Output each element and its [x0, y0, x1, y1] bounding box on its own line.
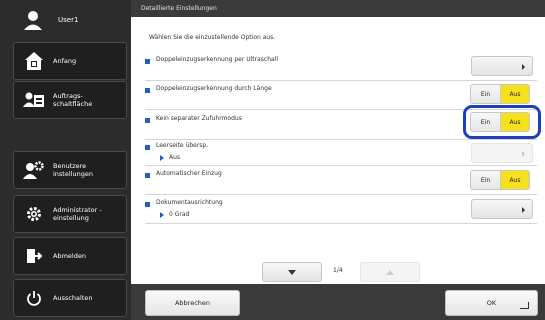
- document-orientation-select-button[interactable]: [471, 199, 533, 219]
- user-name: User1: [58, 16, 79, 24]
- toggle-on-button[interactable]: Ein: [470, 112, 500, 132]
- divider: [145, 165, 537, 166]
- page-down-button[interactable]: [262, 262, 322, 282]
- toggle-off-button-selected[interactable]: Aus: [500, 112, 530, 132]
- arrow-up-icon: [386, 269, 394, 275]
- option-bullet: [145, 118, 150, 123]
- panel-title: Detaillierte Einstellungen: [131, 0, 545, 17]
- ultrasonic-double-feed-select-button[interactable]: [471, 56, 533, 76]
- option-title: Doppeleinzugserkennung durch Länge: [156, 85, 272, 92]
- option-title: Doppeleinzugserkennung per Ultraschall: [156, 56, 279, 63]
- toggle-on-button[interactable]: Ein: [470, 170, 500, 190]
- enter-icon: [520, 302, 529, 309]
- option-bullet: [145, 88, 150, 93]
- sidebar-item-label: Administrator - einstellung: [53, 206, 102, 222]
- settings-panel: Detaillierte Einstellungen Wählen Sie di…: [131, 0, 545, 320]
- ok-button[interactable]: OK: [445, 290, 538, 316]
- option-current-value: 0 Grad: [160, 211, 189, 218]
- sidebar-item-job-panel[interactable]: Auftrags- schaltfläche: [13, 81, 127, 119]
- option-value-text: Aus: [169, 154, 181, 161]
- sidebar-item-user-settings[interactable]: Benutzere instellungen: [13, 151, 127, 189]
- user-info: User1: [8, 4, 126, 36]
- option-current-value: Aus: [160, 154, 180, 161]
- option-title: Kein separater Zufuhrmodus: [156, 115, 242, 122]
- sidebar-item-admin-settings[interactable]: Administrator - einstellung: [13, 195, 127, 233]
- skip-blank-page-select-button[interactable]: [471, 143, 533, 163]
- arrow-down-icon: [288, 269, 296, 275]
- sidebar-item-label: Ausschalten: [53, 294, 93, 302]
- sidebar-item-label: Anfang: [53, 57, 77, 65]
- sidebar: User1 Anfang Auftrags- schaltfläche Benu…: [4, 0, 128, 320]
- length-double-feed-toggle: Ein Aus: [470, 84, 530, 104]
- home-icon: [23, 50, 45, 72]
- job-panel-icon: [23, 89, 45, 111]
- admin-gear-icon: [23, 203, 45, 225]
- divider: [145, 194, 537, 195]
- user-settings-icon: [23, 159, 45, 181]
- option-bullet: [145, 59, 150, 64]
- instruction-text: Wählen Sie die einzustellende Option aus…: [149, 34, 276, 41]
- logout-icon: [23, 245, 45, 267]
- page-indicator: 1/4: [333, 267, 343, 274]
- triangle-right-icon: [160, 154, 164, 161]
- option-bullet: [145, 202, 150, 207]
- power-icon: [23, 287, 45, 309]
- chevron-right-icon: [522, 151, 525, 157]
- no-separate-feed-mode-toggle: Ein Aus: [470, 112, 530, 132]
- option-title: Automatischer Einzug: [156, 170, 222, 177]
- option-title: Leerseite übersp.: [156, 142, 209, 149]
- toggle-on-button[interactable]: Ein: [470, 84, 500, 104]
- ok-label: OK: [486, 299, 497, 307]
- chevron-right-icon: [522, 207, 525, 213]
- option-bullet: [145, 145, 150, 150]
- user-icon: [22, 9, 44, 31]
- chevron-right-icon: [522, 64, 525, 70]
- automatic-feed-toggle: Ein Aus: [470, 170, 530, 190]
- sidebar-item-label: Abmelden: [53, 252, 86, 260]
- divider: [145, 80, 537, 81]
- sidebar-item-power-off[interactable]: Ausschalten: [13, 279, 127, 317]
- sidebar-item-home[interactable]: Anfang: [13, 42, 127, 80]
- divider: [145, 223, 537, 224]
- page-up-button[interactable]: [360, 262, 420, 282]
- sidebar-item-label: Benutzere instellungen: [53, 162, 93, 178]
- cancel-button[interactable]: Abbrechen: [145, 290, 240, 316]
- option-bullet: [145, 173, 150, 178]
- sidebar-item-label: Auftrags- schaltfläche: [53, 92, 93, 108]
- option-value-text: 0 Grad: [169, 211, 190, 218]
- divider: [145, 139, 537, 140]
- triangle-right-icon: [160, 211, 164, 218]
- toggle-off-button-selected[interactable]: Aus: [500, 84, 530, 104]
- app-window: User1 Anfang Auftrags- schaltfläche Benu…: [0, 0, 545, 320]
- sidebar-item-logout[interactable]: Abmelden: [13, 237, 127, 275]
- option-title: Dokumentausrichtung: [156, 199, 223, 206]
- toggle-off-button-selected[interactable]: Aus: [500, 170, 530, 190]
